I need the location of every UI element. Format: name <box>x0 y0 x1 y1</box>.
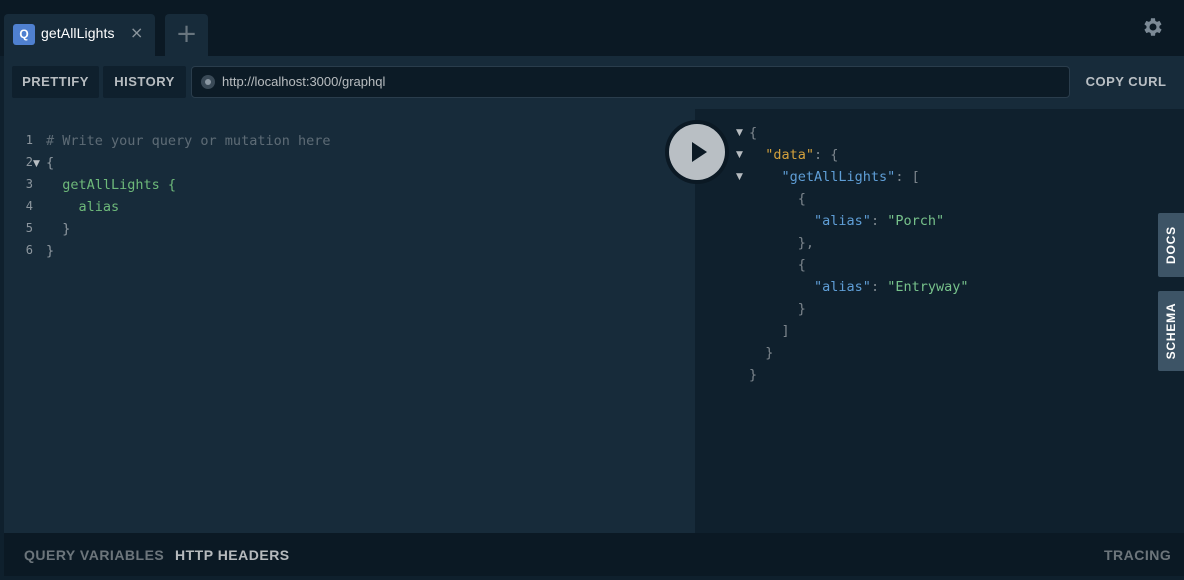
connection-status-icon <box>201 75 215 89</box>
tab-title: getAllLights <box>41 25 115 41</box>
bottom-edge <box>0 576 1184 580</box>
tab-bar: Q getAllLights × + <box>0 0 1184 56</box>
result-line: "data": { <box>765 147 839 163</box>
code-line: getAllLights { <box>46 177 177 193</box>
result-key: "getAllLights" <box>781 169 896 185</box>
schema-tab[interactable]: SCHEMA <box>1158 291 1184 371</box>
tracing-tab[interactable]: TRACING <box>1104 547 1171 563</box>
line-number: 4 <box>25 199 33 213</box>
result-line: "alias": "Porch" <box>814 213 945 229</box>
history-button[interactable]: HISTORY <box>103 66 186 98</box>
fold-arrow-icon[interactable]: ▼ <box>736 128 743 138</box>
query-variables-tab[interactable]: QUERY VARIABLES <box>24 547 164 563</box>
code-line: # Write your query or mutation here <box>46 133 331 149</box>
fold-arrow-icon[interactable]: ▼ <box>736 172 743 182</box>
code-line: } <box>46 243 55 259</box>
result-line: ] <box>749 323 790 339</box>
fold-arrow-icon[interactable]: ▼ <box>736 150 743 160</box>
line-number: 2 <box>25 155 33 169</box>
result-line: }, <box>749 235 815 251</box>
result-value: "Porch" <box>887 213 945 229</box>
result-viewer[interactable]: ▼ ▼ ▼ { "data": { "getAllLights": [ { "a… <box>695 109 1184 533</box>
result-line: "alias": "Entryway" <box>814 279 969 295</box>
line-number: 5 <box>25 221 33 235</box>
query-editor[interactable]: 1 2 3 4 5 6 ▼ # Write your query or muta… <box>4 109 695 533</box>
code-line: { <box>46 155 55 171</box>
prettify-button[interactable]: PRETTIFY <box>12 66 99 98</box>
copy-curl-button[interactable]: COPY CURL <box>1074 66 1178 98</box>
query-tab[interactable]: Q getAllLights × <box>4 14 155 56</box>
docs-tab[interactable]: DOCS <box>1158 213 1184 277</box>
result-line: } <box>749 301 806 317</box>
result-value: "Entryway" <box>887 279 969 295</box>
query-badge-icon: Q <box>13 24 35 45</box>
fold-arrow-icon[interactable]: ▼ <box>33 159 40 169</box>
toolbar: PRETTIFY HISTORY http://localhost:3000/g… <box>0 56 1184 109</box>
result-key: "data" <box>765 147 815 163</box>
http-headers-tab[interactable]: HTTP HEADERS <box>175 547 290 563</box>
result-line: { <box>749 191 806 207</box>
add-tab-button[interactable]: + <box>165 14 208 56</box>
result-line: "getAllLights": [ <box>781 169 920 185</box>
result-brace: { <box>749 125 758 141</box>
code-line: alias <box>46 199 120 215</box>
close-icon[interactable]: × <box>130 23 143 42</box>
result-line: { <box>749 257 806 273</box>
result-key: "alias" <box>814 213 871 229</box>
result-key: "alias" <box>814 279 871 295</box>
execute-query-button[interactable] <box>665 120 729 184</box>
line-number: 3 <box>25 177 33 191</box>
result-brace: } <box>749 367 758 383</box>
line-number: 6 <box>25 243 33 257</box>
docs-tab-label: DOCS <box>1164 226 1178 264</box>
bottom-bar: QUERY VARIABLES HTTP HEADERS TRACING <box>4 533 1184 576</box>
play-button-face <box>669 124 725 180</box>
schema-tab-label: SCHEMA <box>1164 302 1178 360</box>
result-line: } <box>749 345 774 361</box>
code-line: } <box>46 221 71 237</box>
gear-icon[interactable] <box>1141 15 1165 39</box>
plus-icon: + <box>175 19 198 49</box>
endpoint-url: http://localhost:3000/graphql <box>222 74 386 89</box>
line-number: 1 <box>25 133 33 147</box>
endpoint-url-input[interactable]: http://localhost:3000/graphql <box>191 66 1070 98</box>
play-icon <box>692 142 707 162</box>
